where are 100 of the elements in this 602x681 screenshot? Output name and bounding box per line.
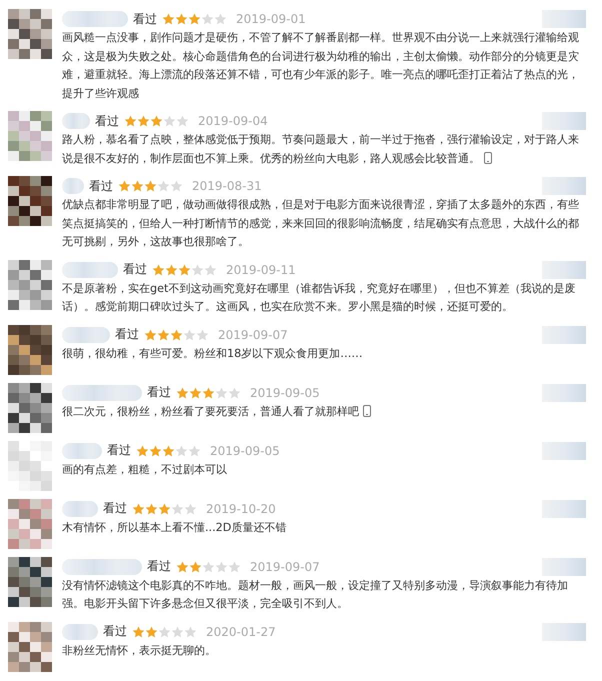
comment-date: 2019-10-20 (206, 502, 276, 516)
avatar[interactable] (8, 176, 52, 226)
blurred-badge (542, 384, 586, 402)
blurred-username[interactable] (62, 326, 110, 342)
star-icon (132, 502, 145, 514)
star-icon (191, 264, 204, 276)
watch-status: 看过 (103, 623, 127, 640)
watch-status: 看过 (123, 261, 147, 278)
comment-text: 画的有点差，粗糙，不过剧本可以 (62, 462, 228, 478)
star-icon (188, 13, 201, 25)
phone-icon (363, 404, 371, 416)
star-icon (149, 444, 162, 456)
watch-status: 看过 (115, 326, 139, 343)
star-icon (228, 386, 241, 398)
avatar[interactable] (8, 324, 52, 374)
blurred-username[interactable] (62, 113, 90, 129)
star-icon (137, 115, 150, 127)
star-icon (228, 560, 241, 572)
star-icon (170, 180, 183, 192)
watch-status: 看过 (147, 558, 171, 575)
blurred-username[interactable] (62, 442, 102, 458)
watch-status: 看过 (95, 112, 119, 130)
star-icon (136, 444, 149, 456)
blurred-badge (542, 442, 586, 460)
blurred-username[interactable] (62, 11, 128, 27)
avatar[interactable] (8, 556, 52, 606)
avatar[interactable] (8, 382, 52, 432)
star-icon (157, 180, 170, 192)
star-icon (152, 264, 165, 276)
star-icon (189, 386, 202, 398)
comment-text: 没有情怀滤镜这个电影真的不咋地。题材一般，画风一般，设定撞了又特别多动漫，导演叙事能力有待加强。电影开头留下许多悬念但又很平淡，完全吸引不到人。 (62, 578, 569, 612)
star-icon (215, 386, 228, 398)
comment-text: 很二次元，很粉丝，粉丝看了要死要活，普通人看了就那样吧 (62, 402, 586, 421)
blurred-username[interactable] (62, 558, 142, 574)
comment-date: 2020-01-27 (206, 624, 276, 638)
star-icon (215, 560, 228, 572)
star-icon (204, 264, 217, 276)
star-icon (118, 180, 131, 192)
blurred-username[interactable] (62, 624, 98, 640)
star-icon (175, 13, 188, 25)
star-icon (131, 180, 144, 192)
avatar[interactable] (8, 260, 52, 310)
star-icon (214, 13, 227, 25)
star-icon (183, 328, 196, 340)
blurred-badge (542, 326, 586, 344)
star-icon (124, 115, 137, 127)
blurred-badge (542, 500, 586, 518)
star-icon (178, 264, 191, 276)
star-icon (165, 264, 178, 276)
watch-status: 看过 (103, 500, 127, 517)
avatar[interactable] (8, 622, 52, 672)
blurred-username[interactable] (62, 262, 118, 278)
blurred-badge (542, 10, 586, 28)
comment-date: 2019-09-04 (198, 114, 268, 128)
star-icon (176, 560, 189, 572)
star-icon (158, 502, 171, 514)
star-icon (202, 386, 215, 398)
comment-text: 路人粉，慕名看了点映，整体感觉低于预期。节奏问题最大，前一半过于拖沓，强行灌输设定，对于路人来说是很不友好的，制作层面也不算上乘。优秀的粉丝向大电影，路人观感会比较普通。 (62, 132, 580, 166)
comment-text: 不是原著粉，实在get不到这动画究竟好在哪里（谁都告诉我，究竟好在哪里），但也不算差（我说的是废话）。感觉前期口碑吹过头了。这画风，也实在欣赏不来。罗小黑是猫的时候，还挺可爱的。 (62, 280, 576, 315)
avatar[interactable] (8, 9, 52, 59)
blurred-badge (542, 177, 586, 195)
watch-status: 看过 (147, 384, 171, 401)
comment-text: 很萌，很幼稚，有些可爱。粉丝和18岁以下观众食用更加…… (62, 346, 364, 362)
comment-text: 画风糙一点没事，剧作问题才是硬伤，不管了解不了解番剧都一样。世界观不由分说一上来就强行灌输给观众，这是极为失败之处。核心命题借角色的台词进行极为幼稚的输出，主创太偷懒。动作部分的分镜更是灾难，避重就轻。海上漂流的段落还算不错，可也有少年派的影子。唯一亮点的哪吒歪打正着沾了热点的光，提升了些许观感 (62, 30, 580, 102)
star-icon (145, 626, 158, 638)
watch-status: 看过 (89, 178, 113, 194)
watch-status: 看过 (107, 442, 131, 459)
watch-status: 看过 (133, 10, 157, 28)
star-icon (157, 328, 170, 340)
star-icon (189, 560, 202, 572)
star-icon (170, 328, 183, 340)
star-icon (158, 626, 171, 638)
comment-text: 优缺点都非常明显了吧，做动画做得很成熟，但是对于电影方面来说很青涩，穿插了太多题外的东西，有些笑点挺搞笑的，但给人一种打断情节的感觉，来来回回的很影响流畅度，结尾确实有点意思，大战什么的都无可挑剔，另外，这故事也很那啥了。 (62, 197, 580, 250)
blurred-username[interactable] (62, 178, 84, 194)
comment-date: 2019-09-01 (236, 12, 306, 26)
comment-date: 2019-09-05 (210, 444, 280, 458)
blurred-badge (542, 112, 586, 130)
star-icon (202, 560, 215, 572)
star-icon (144, 180, 157, 192)
star-icon (184, 626, 197, 638)
star-icon (184, 502, 197, 514)
blurred-username[interactable] (62, 500, 98, 516)
comment-text: 木有情怀，所以基本上看不懂...2D质量还不错 (62, 520, 288, 536)
comment-date: 2019-09-07 (250, 560, 320, 574)
star-icon (176, 386, 189, 398)
star-icon (145, 502, 158, 514)
comment-date: 2019-09-07 (218, 328, 288, 342)
blurred-username[interactable] (62, 384, 142, 400)
star-icon (171, 502, 184, 514)
phone-icon (484, 152, 492, 164)
star-icon (188, 444, 201, 456)
star-icon (150, 115, 163, 127)
star-icon (176, 115, 189, 127)
star-icon (132, 626, 145, 638)
blurred-badge (542, 622, 586, 640)
comment-date: 2019-09-05 (250, 386, 320, 400)
star-icon (201, 13, 214, 25)
blurred-badge (542, 260, 586, 278)
comment-date: 2019-09-11 (226, 262, 296, 276)
star-icon (162, 13, 175, 25)
